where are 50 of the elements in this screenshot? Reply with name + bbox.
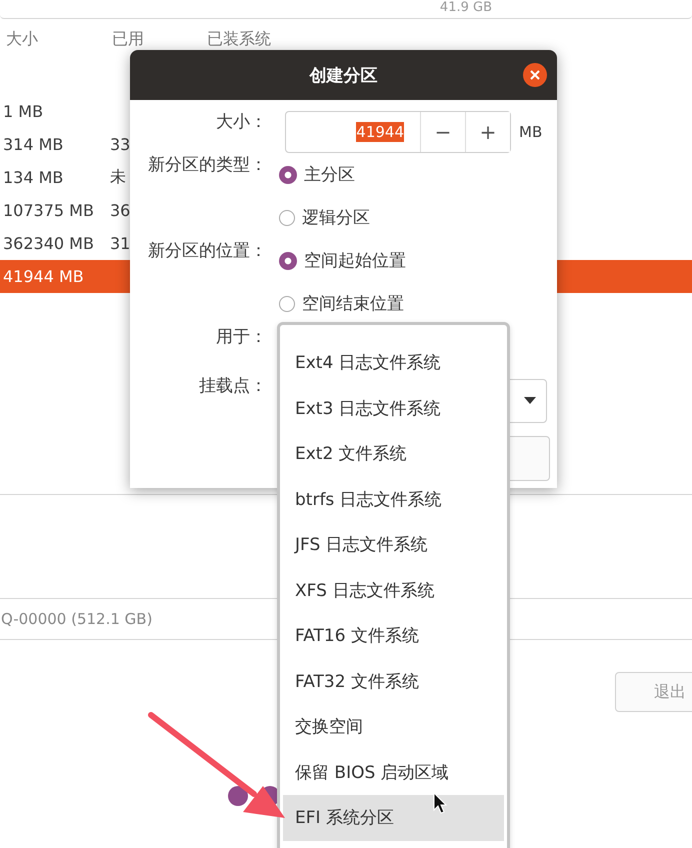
mouse-pointer-icon [434,792,448,814]
close-icon[interactable] [523,63,547,87]
disk-size-label: 41.9 GB [440,0,492,17]
size-cell: 314 MB [3,135,64,154]
used-cell: 未 [110,167,126,188]
radio-button[interactable] [279,210,295,226]
option-label: 逻辑分区 [302,207,370,229]
size-cell: 41944 MB [3,267,84,286]
field-label: 挂载点： [198,375,268,398]
field-label: 新分区的位置： [147,240,268,263]
option-label: 空间起始位置 [304,250,406,272]
column-header: 已用 [112,29,145,50]
field-label: 用于： [215,326,268,349]
menu-item[interactable]: FAT32 文件系统 [283,658,504,704]
radio-option[interactable]: 逻辑分区 [279,196,370,239]
option-label: 主分区 [304,164,355,186]
menu-item[interactable]: FAT16 文件系统 [283,613,504,658]
used-cell: 36 [110,201,130,220]
column-header: 大小 [6,29,39,50]
dropdown-arrow-icon [524,396,536,404]
menu-item[interactable]: Ext3 日志文件系统 [283,386,504,431]
radio-button[interactable] [279,166,297,184]
radio-button[interactable] [279,296,295,312]
size-cell: 107375 MB [3,201,94,220]
increase-button[interactable]: + [465,112,510,152]
menu-item[interactable]: XFS 日志文件系统 [283,568,504,613]
used-cell: 31 [110,234,130,253]
dialog-title: 创建分区 [310,64,378,86]
radio-option[interactable]: 空间起始位置 [279,239,406,282]
menu-item[interactable]: 交换空间 [283,704,504,750]
radio-option[interactable]: 主分区 [279,153,355,196]
field-label: 大小： [215,111,268,134]
size-cell: 134 MB [3,168,64,187]
menu-item[interactable]: Ext4 日志文件系统 [283,340,504,386]
radio-option[interactable]: 空间结束位置 [279,282,404,325]
size-spinbox[interactable]: 41944 − + [285,110,511,152]
menu-item[interactable]: JFS 日志文件系统 [283,522,504,568]
menu-item[interactable]: Ext2 文件系统 [283,431,504,476]
size-value: 41944 [356,122,404,142]
column-header: 已装系统 [207,29,272,50]
size-cell: 362340 MB [3,234,94,253]
menu-item[interactable]: EFI 系统分区 [283,795,504,840]
field-label: 新分区的类型： [147,154,268,177]
radio-button[interactable] [279,252,297,270]
menu-item[interactable]: 保留 BIOS 启动区域 [283,750,504,795]
menu-item[interactable]: btrfs 日志文件系统 [283,476,504,522]
unit-label: MB [519,122,542,140]
step-dot [228,786,248,806]
used-cell: 33 [110,135,130,154]
option-label: 空间结束位置 [302,293,404,315]
